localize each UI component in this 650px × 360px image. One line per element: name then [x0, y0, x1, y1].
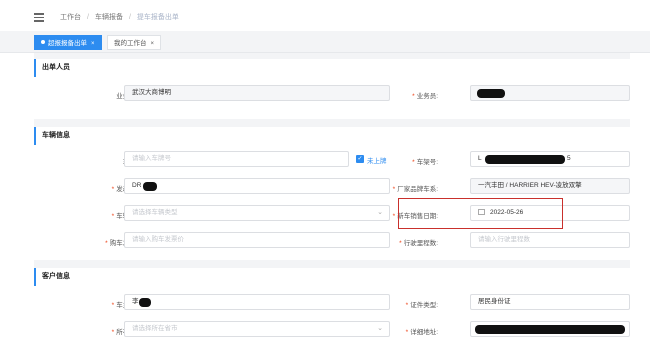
redaction: [485, 155, 565, 164]
id-type-select[interactable]: 居民身份证: [470, 294, 630, 310]
redaction: [475, 325, 625, 334]
menu-icon[interactable]: [34, 13, 44, 22]
section-customer: 客户信息 *车主名称: 李 *证件类型: 居民身份证 *所在省市: 请选择所在省…: [34, 268, 630, 360]
id-type-label: * 证件类型:: [405, 302, 438, 309]
breadcrumb-item-vehicle[interactable]: 车辆报备: [95, 14, 123, 21]
section-title: 出单人员: [34, 59, 630, 77]
salesman-label: * 业务员:: [412, 93, 438, 100]
breadcrumb: 工作台 / 车辆报备 / 提车报备出单: [60, 14, 179, 21]
tab-report[interactable]: 超报报备出单 ×: [34, 35, 102, 50]
section-title: 车辆信息: [34, 127, 630, 145]
breadcrumb-item-current: 提车报备出单: [136, 14, 179, 21]
brand-label: * 厂家品牌车系:: [392, 186, 438, 193]
tab-workbench[interactable]: 我的工作台 ×: [107, 35, 162, 50]
close-icon[interactable]: ×: [151, 41, 155, 47]
mileage-label: * 行驶里程数:: [399, 240, 438, 247]
frame-input[interactable]: L5: [470, 151, 630, 167]
tab-label: 我的工作台: [114, 40, 147, 47]
active-dot-icon: [41, 40, 45, 44]
redaction: [139, 298, 151, 307]
top-bar: 工作台 / 车辆报备 / 提车报备出单: [0, 0, 650, 30]
section-staff: 出单人员 业务机构: 武汉大商博明 *业务员:: [34, 59, 630, 119]
redaction: [477, 89, 505, 98]
section-vehicle: 车辆信息 车牌号: 请输入车牌号 ✓ 未上牌 *车架号: L5 *发动机号: D…: [34, 127, 630, 260]
tab-label: 超报报备出单: [48, 40, 87, 47]
brand-input[interactable]: 一汽丰田 / HARRIER HEV-凌放双擎: [470, 178, 630, 194]
address-label: * 详细地址:: [405, 329, 438, 336]
close-icon[interactable]: ×: [91, 41, 95, 47]
salesman-input[interactable]: [470, 85, 630, 101]
redaction: [143, 182, 157, 191]
plate-input[interactable]: 请输入车牌号: [124, 151, 349, 167]
address-input[interactable]: [470, 321, 630, 337]
section-title: 客户信息: [34, 268, 630, 286]
tab-bar: 超报报备出单 × 我的工作台 ×: [0, 31, 650, 53]
breadcrumb-item-workbench[interactable]: 工作台: [60, 14, 81, 21]
frame-label: * 车架号:: [412, 159, 438, 166]
highlight-box: [398, 198, 563, 229]
mileage-input[interactable]: 请输入行驶里程数: [470, 232, 630, 248]
